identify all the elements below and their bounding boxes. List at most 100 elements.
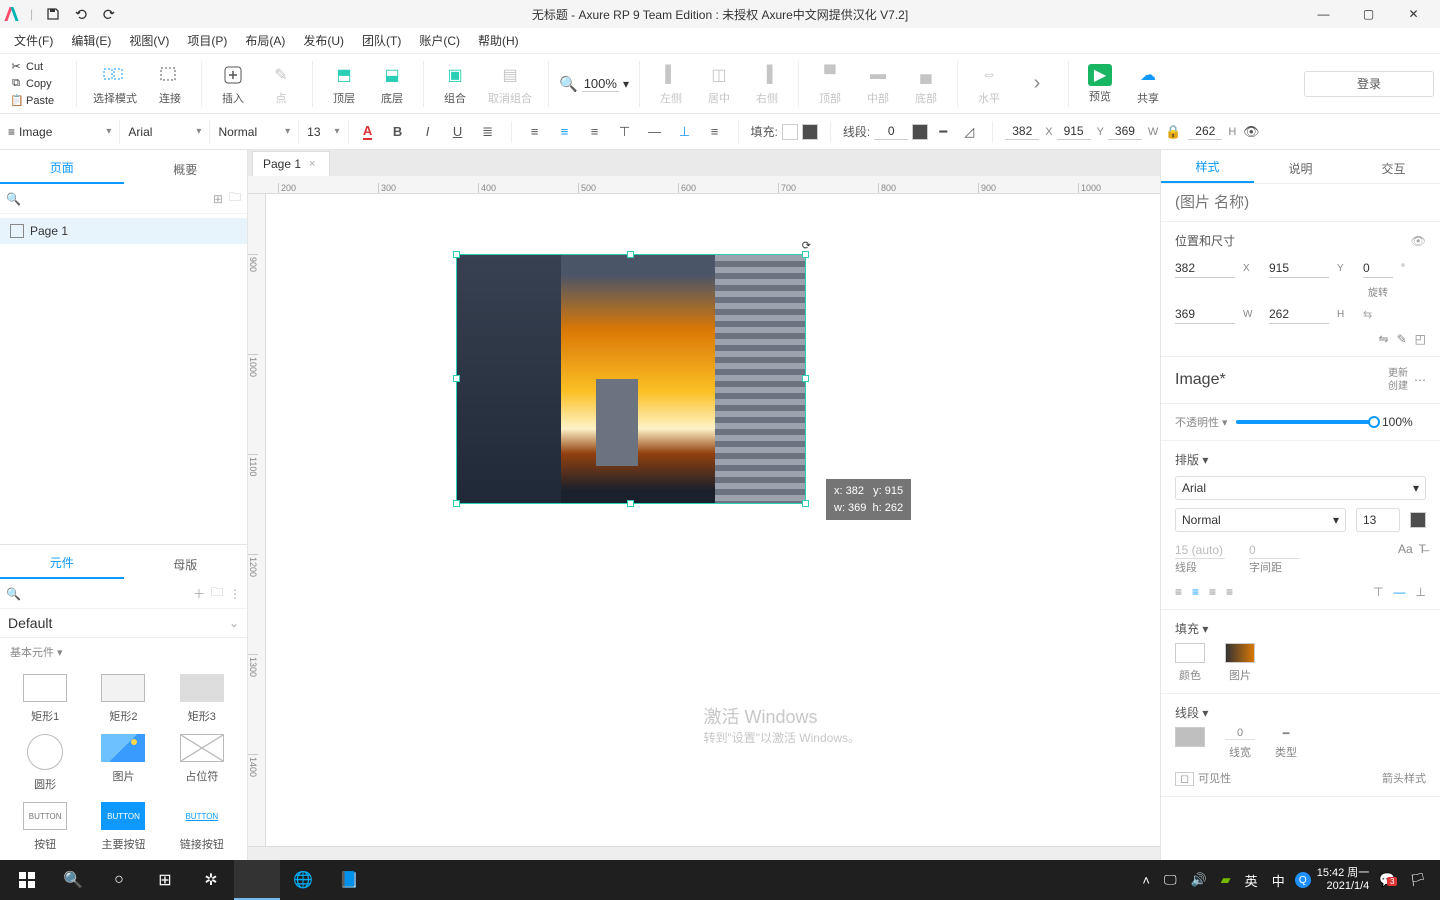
minimize-button[interactable]: — xyxy=(1301,0,1346,28)
valign-bottom-icon[interactable]: ⊥ xyxy=(1416,585,1426,599)
tab-widgets[interactable]: 元件 xyxy=(0,546,124,579)
redo-icon[interactable] xyxy=(97,2,121,26)
tray-ime-icon[interactable]: 英 xyxy=(1241,871,1262,890)
canvas-stage[interactable]: 90010001100120013001400 ⟳ x: 382 y: 915 … xyxy=(248,194,1160,846)
undo-icon[interactable] xyxy=(69,2,93,26)
resize-handle-nw[interactable] xyxy=(453,251,460,258)
app-axure-icon[interactable] xyxy=(234,860,280,900)
maximize-button[interactable]: ▢ xyxy=(1346,0,1391,28)
text-align-left-icon[interactable]: ≡ xyxy=(1175,585,1182,599)
line-height-input[interactable]: 15 (auto) xyxy=(1175,542,1225,559)
resize-handle-s[interactable] xyxy=(627,500,634,507)
send-back-button[interactable]: ⬓底层 xyxy=(371,60,413,108)
style-options-icon[interactable]: ⋯ xyxy=(1414,373,1426,387)
text-color-button[interactable]: A xyxy=(357,121,379,143)
zoom-control[interactable]: 🔍 100% ▾ xyxy=(559,75,629,93)
align-middle-button[interactable]: ▬中部 xyxy=(857,60,899,108)
tray-chevron-icon[interactable]: ˄ xyxy=(1138,873,1154,888)
font-family-select[interactable]: Arial▾ xyxy=(1175,476,1426,500)
font-weight-select[interactable]: Normal▾ xyxy=(1175,508,1346,532)
add-lib-icon[interactable]: ＋ xyxy=(193,585,205,602)
edit-points-icon[interactable]: ✎ xyxy=(1397,332,1407,346)
border-width-input[interactable]: 0 xyxy=(1225,727,1255,740)
tab-pages[interactable]: 页面 xyxy=(0,151,124,184)
selected-image-widget[interactable]: ⟳ xyxy=(456,254,806,504)
app-chrome-icon[interactable]: 🌐 xyxy=(280,860,326,900)
group-button[interactable]: ▣组合 xyxy=(434,60,476,108)
inspector-tab-style[interactable]: 样式 xyxy=(1161,150,1254,183)
aspect-lock-icon[interactable]: ⇆ xyxy=(1363,308,1393,321)
menu-publish[interactable]: 发布(U) xyxy=(295,28,352,53)
library-dropdown[interactable]: Default ⌄ xyxy=(0,609,247,638)
widgets-search-input[interactable] xyxy=(27,587,187,601)
tray-nvidia-icon[interactable]: ▰ xyxy=(1217,872,1235,888)
flip-h-icon[interactable]: ⇋ xyxy=(1379,332,1389,346)
add-page-icon[interactable]: ⊞ xyxy=(213,192,223,206)
opacity-value[interactable]: 100% xyxy=(1382,415,1426,429)
update-style-button[interactable]: 更新 xyxy=(1388,367,1408,380)
start-button[interactable] xyxy=(4,860,50,900)
valign-bottom-button[interactable]: ⊥ xyxy=(674,121,696,143)
fill-color-swatch[interactable] xyxy=(1175,643,1205,663)
resize-handle-n[interactable] xyxy=(627,251,634,258)
menu-file[interactable]: 文件(F) xyxy=(6,28,61,53)
page-surface[interactable]: ⟳ x: 382 y: 915 w: 369 h: 262 激活 Windows… xyxy=(266,194,1160,846)
font-size-input-r[interactable]: 13 xyxy=(1356,508,1400,532)
fill-section-label[interactable]: 填充 ▾ xyxy=(1175,620,1208,637)
x-input[interactable]: 382 xyxy=(1005,123,1039,140)
line-spacing-button[interactable]: ≡ xyxy=(704,121,726,143)
valign-middle-button[interactable]: ― xyxy=(644,121,666,143)
resize-handle-se[interactable] xyxy=(802,500,809,507)
menu-team[interactable]: 团队(T) xyxy=(354,28,409,53)
tray-display-icon[interactable]: 🖵 xyxy=(1160,872,1181,888)
lib-folder-icon[interactable]: 🗀 xyxy=(211,583,223,604)
action-center-icon[interactable]: 💬 xyxy=(1375,872,1399,888)
border-section-label[interactable]: 线段 ▾ xyxy=(1175,704,1208,721)
y-input[interactable]: 915 xyxy=(1057,123,1091,140)
insp-h-input[interactable]: 262 xyxy=(1269,305,1329,324)
resize-handle-sw[interactable] xyxy=(453,500,460,507)
inspector-tab-notes[interactable]: 说明 xyxy=(1254,152,1347,183)
app-obs-icon[interactable]: ✲ xyxy=(188,860,234,900)
visibility-icon[interactable]: 👁 xyxy=(1240,121,1262,143)
opacity-slider[interactable] xyxy=(1236,420,1374,424)
case-icon[interactable]: Aa xyxy=(1398,542,1413,575)
align-top-button[interactable]: ▀顶部 xyxy=(809,60,851,108)
close-tab-icon[interactable]: × xyxy=(309,158,315,170)
menu-account[interactable]: 账户(C) xyxy=(411,28,468,53)
text-align-justify-icon[interactable]: ≡ xyxy=(1226,585,1233,599)
shape-type-dropdown[interactable]: ≡Image▾ xyxy=(8,120,120,144)
applied-style-name[interactable]: Image* xyxy=(1175,371,1226,389)
font-size-input[interactable]: 13▾ xyxy=(307,120,348,144)
horizontal-scrollbar[interactable] xyxy=(248,846,1160,860)
valign-middle-icon[interactable]: ― xyxy=(1394,585,1406,599)
connect-button[interactable]: 连接 xyxy=(149,60,191,108)
select-mode-button[interactable]: 选择模式 xyxy=(87,60,143,108)
widget-name-input[interactable] xyxy=(1175,194,1426,211)
valign-top-icon[interactable]: ⊤ xyxy=(1373,585,1383,599)
visibility-toggle-icon[interactable]: 👁 xyxy=(1411,234,1426,248)
fill-image-swatch[interactable] xyxy=(1225,643,1255,663)
insp-x-input[interactable]: 382 xyxy=(1175,259,1235,278)
ungroup-button[interactable]: ▤取消组合 xyxy=(482,60,538,108)
fill-swatch-dark[interactable] xyxy=(802,124,818,140)
lib-more-icon[interactable]: ⋮ xyxy=(229,587,241,601)
share-button[interactable]: ☁共享 xyxy=(1127,60,1169,108)
app-notepad-icon[interactable]: 📘 xyxy=(326,860,372,900)
align-right-button[interactable]: ▐右侧 xyxy=(746,60,788,108)
resize-handle-e[interactable] xyxy=(802,375,809,382)
paste-button[interactable]: 📋Paste xyxy=(6,93,66,108)
widget-placeholder[interactable]: 占位符 xyxy=(165,734,239,792)
login-button[interactable]: 登录 xyxy=(1304,71,1434,97)
h-input[interactable]: 262 xyxy=(1188,123,1222,140)
widget-image[interactable]: 图片 xyxy=(86,734,160,792)
crop-icon[interactable]: ◰ xyxy=(1415,332,1426,346)
halign-right-button[interactable]: ≡ xyxy=(584,121,606,143)
widget-link-button[interactable]: BUTTON链接按钮 xyxy=(165,802,239,852)
cortana-icon[interactable]: ○ xyxy=(96,860,142,900)
pen-button[interactable]: ✎点 xyxy=(260,60,302,108)
widget-primary-button[interactable]: BUTTON主要按钮 xyxy=(86,802,160,852)
insp-w-input[interactable]: 369 xyxy=(1175,305,1235,324)
fill-control[interactable]: 填充: xyxy=(751,123,818,140)
text-align-center-icon[interactable]: ≡ xyxy=(1192,585,1199,599)
